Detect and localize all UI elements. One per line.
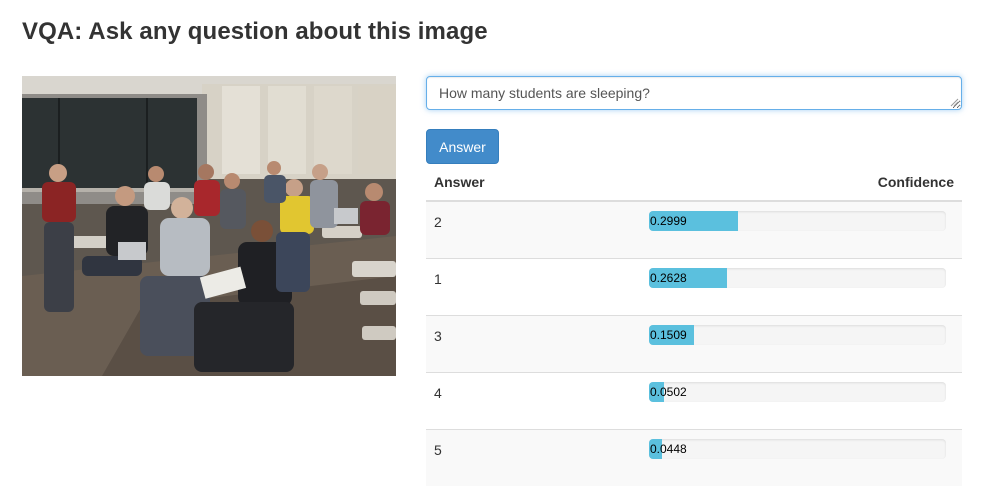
confidence-bar: 0.1509: [649, 324, 946, 345]
answer-cell: 2: [426, 201, 649, 258]
confidence-cell: 0.0502: [649, 371, 962, 429]
confidence-value: 0.2628: [650, 270, 687, 285]
confidence-bar: 0.2628: [649, 267, 946, 288]
answer-cell: 1: [426, 257, 649, 315]
table-row: 4 0.0502: [426, 371, 962, 429]
table-row: 5 0.0448: [426, 428, 962, 486]
confidence-value: 0.0502: [650, 384, 687, 399]
confidence-cell: 0.1509: [649, 314, 962, 372]
table-row: 1 0.2628: [426, 257, 962, 315]
confidence-column-header: Confidence: [649, 164, 962, 202]
confidence-value: 0.1509: [650, 327, 687, 342]
confidence-bar: 0.2999: [649, 211, 946, 231]
confidence-cell: 0.0448: [649, 428, 962, 486]
answer-cell: 4: [426, 371, 649, 429]
results-header-row: Answer Confidence: [426, 164, 962, 202]
answer-button[interactable]: Answer: [426, 129, 499, 164]
answer-cell: 3: [426, 314, 649, 372]
classroom-photo: [22, 76, 396, 376]
answer-cell: 5: [426, 428, 649, 486]
table-row: 2 0.2999: [426, 201, 962, 258]
confidence-bar: 0.0448: [649, 438, 946, 459]
confidence-bar: 0.0502: [649, 381, 946, 402]
results-table: Answer Confidence 2 0.2999 1 0.2628 3 0.…: [426, 164, 962, 486]
table-row: 3 0.1509: [426, 314, 962, 372]
confidence-cell: 0.2999: [649, 201, 962, 258]
question-input[interactable]: [426, 76, 962, 110]
page-title: VQA: Ask any question about this image: [22, 18, 488, 45]
confidence-value: 0.2999: [650, 214, 687, 228]
confidence-value: 0.0448: [650, 441, 687, 456]
confidence-cell: 0.2628: [649, 257, 962, 315]
answer-column-header: Answer: [426, 164, 649, 202]
